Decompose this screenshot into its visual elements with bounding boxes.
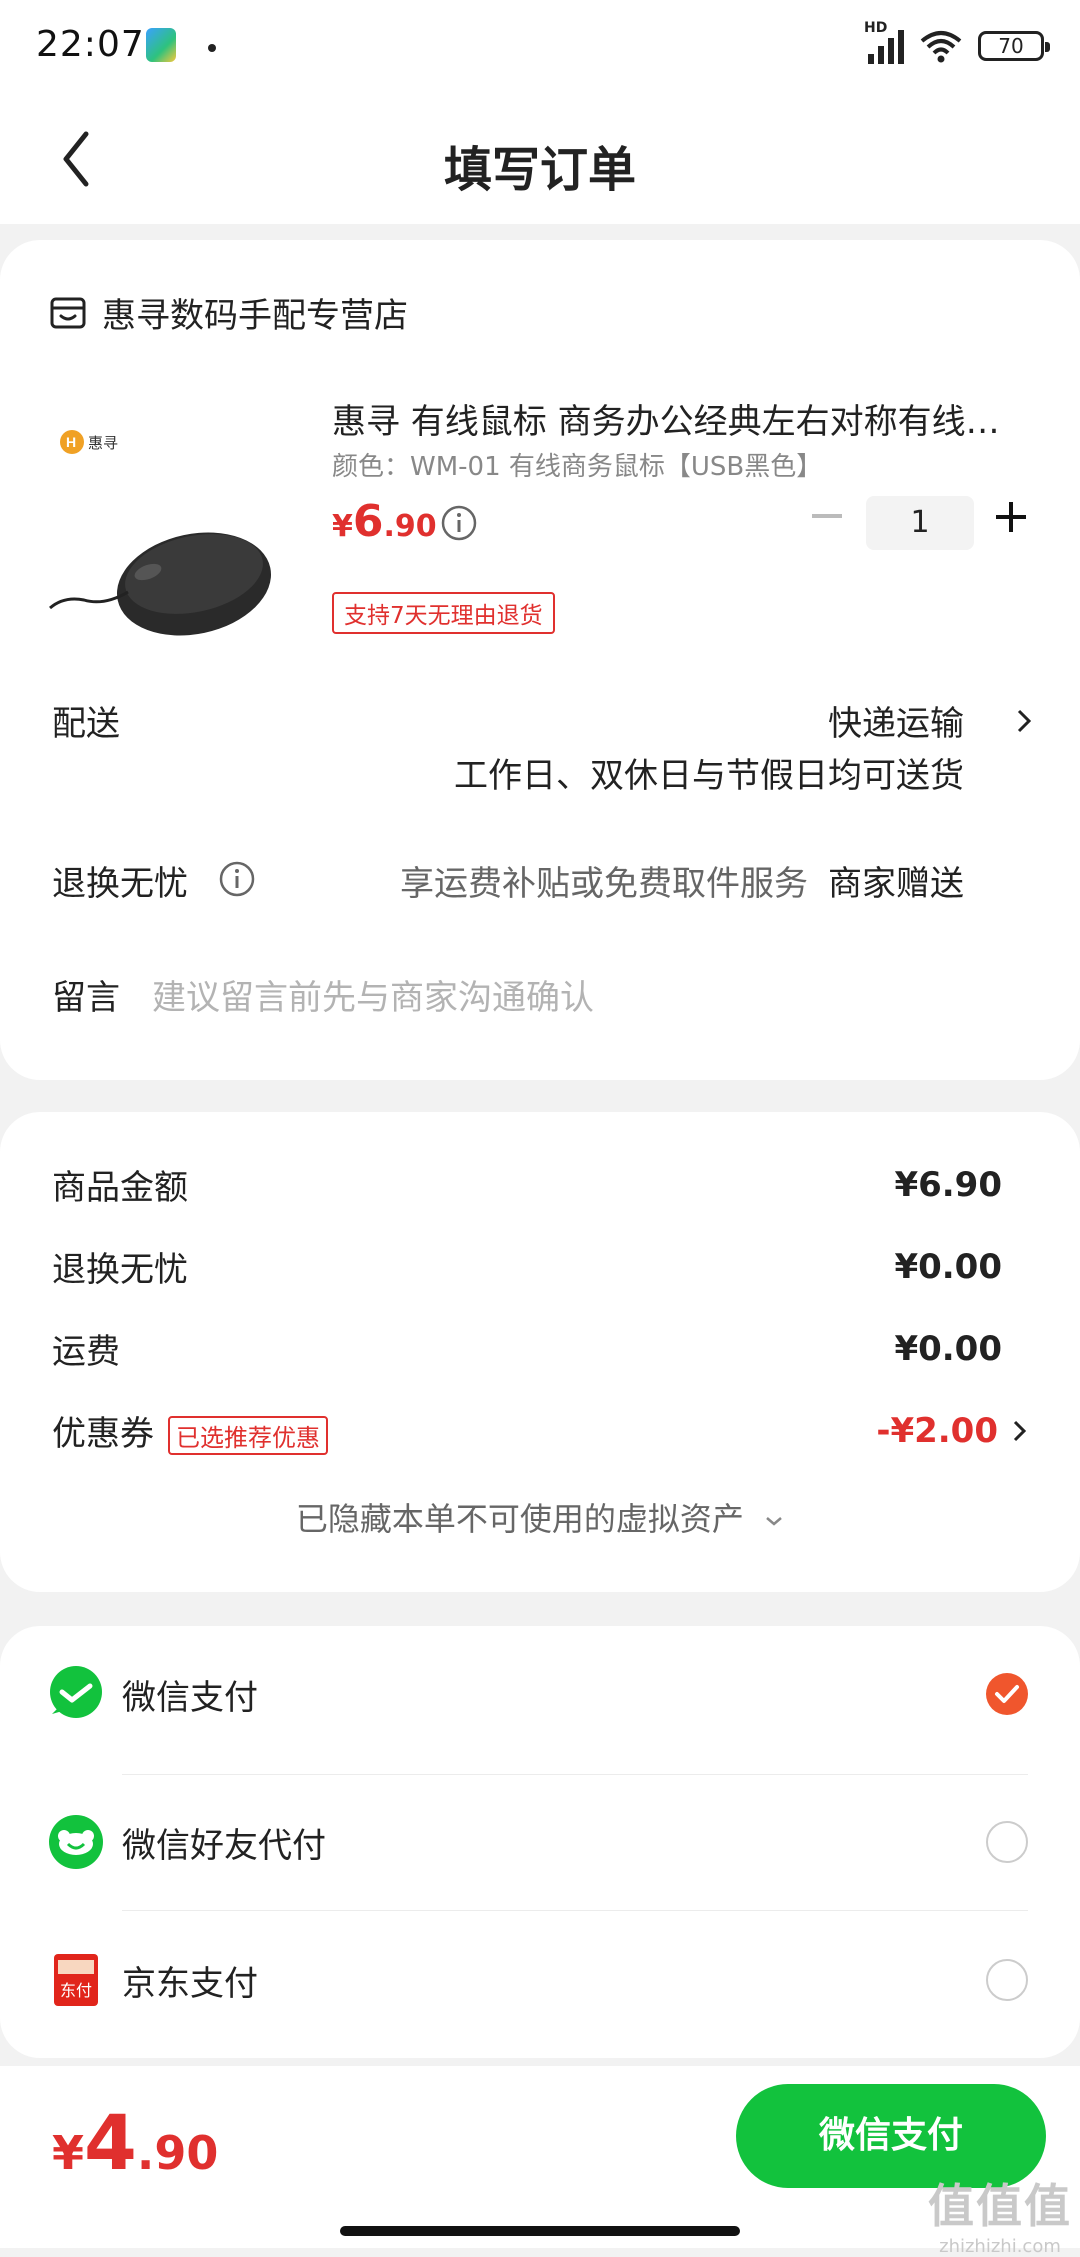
price-row-goods: 商品金额 ¥6.90 xyxy=(52,1160,1002,1209)
price-row-shipping: 运费 ¥0.00 xyxy=(52,1324,1002,1373)
payment-radio[interactable] xyxy=(986,1821,1028,1863)
status-bar: 22:07 HD 70 xyxy=(0,0,1080,96)
price-currency: ¥ xyxy=(332,509,353,544)
price-integer: 6 xyxy=(352,496,384,547)
total-currency: ¥ xyxy=(52,2126,85,2180)
battery-icon: 70 xyxy=(978,31,1050,61)
jd-pay-icon: 东付 xyxy=(54,1954,98,2006)
worry-free-desc: 享运费补贴或免费取件服务 xyxy=(400,864,808,904)
worry-free-info-icon[interactable] xyxy=(218,860,256,898)
total-decimal: .90 xyxy=(136,2126,219,2180)
price-row-coupon[interactable]: 优惠券 已选推荐优惠 -¥2.00 xyxy=(52,1406,1028,1455)
delivery-note: 工作日、双休日与节假日均可送货 xyxy=(454,756,964,796)
payment-methods-card: 微信支付 微信好友代付 东付 京东支付 xyxy=(0,1626,1080,2058)
store-icon xyxy=(50,297,86,328)
payment-label: 微信好友代付 xyxy=(122,1825,326,1866)
price-decimal: .90 xyxy=(383,509,437,544)
status-indicators: HD 70 xyxy=(864,20,1050,66)
chevron-right-icon xyxy=(1013,1420,1027,1441)
hidden-assets-text: 已隐藏本单不可使用的虚拟资产 xyxy=(295,1500,744,1538)
wechat-friend-pay-icon xyxy=(49,1815,103,1869)
quantity-increase-button[interactable] xyxy=(996,502,1026,532)
payment-label: 微信支付 xyxy=(122,1677,258,1718)
worry-free-status: 商家赠送 xyxy=(828,864,964,904)
store-name: 惠寻数码手配专营店 xyxy=(102,296,408,336)
nav-bar: 填写订单 xyxy=(0,96,1080,224)
order-item-card: 惠寻数码手配专营店 H 惠寻 惠寻 有线鼠标 商务办公经典左右对称有线鼠标 颜色… xyxy=(0,240,1080,1080)
delivery-method[interactable]: 快递运输 xyxy=(828,696,964,745)
jd-icon-text: 东付 xyxy=(60,1981,92,2000)
payment-option-wechat-friend[interactable]: 微信好友代付 xyxy=(0,1774,1080,1910)
price-row-label: 商品金额 xyxy=(52,1168,188,1208)
payment-option-wechat[interactable]: 微信支付 xyxy=(0,1626,1080,1762)
price-row-amount: ¥0.00 xyxy=(894,1246,1002,1287)
watermark: 值值值 zhizhizhi.com xyxy=(928,2170,1072,2257)
chevron-down-icon xyxy=(766,1517,782,1526)
product-image[interactable]: H 惠寻 xyxy=(44,392,294,652)
home-indicator[interactable] xyxy=(340,2226,740,2236)
network-type-label: HD xyxy=(864,20,888,36)
cell-signal-icon: HD xyxy=(864,20,904,64)
divider xyxy=(122,1910,1028,1911)
payment-label: 京东支付 xyxy=(122,1963,258,2004)
brand-logo-text: 惠寻 xyxy=(88,434,118,452)
message-label: 留言 xyxy=(52,978,120,1018)
return-policy-badge: 支持7天无理由退货 xyxy=(332,592,555,634)
payment-radio[interactable] xyxy=(986,1959,1028,2001)
product-spec[interactable]: 颜色：WM-01 有线商务鼠标【USB黑色】 xyxy=(332,446,822,483)
price-row-amount: ¥0.00 xyxy=(894,1328,1002,1369)
price-row-label: 运费 xyxy=(52,1332,120,1372)
svg-text:H: H xyxy=(66,434,76,450)
quantity-input[interactable]: 1 xyxy=(866,496,974,550)
coupon-tag: 已选推荐优惠 xyxy=(168,1416,328,1455)
hidden-assets-toggle[interactable]: 已隐藏本单不可使用的虚拟资产 xyxy=(0,1494,1080,1540)
price-row-amount: ¥6.90 xyxy=(894,1164,1002,1205)
wifi-icon xyxy=(920,31,962,63)
coupon-label: 优惠券 xyxy=(52,1414,154,1454)
watermark-domain: zhizhizhi.com xyxy=(939,2236,1061,2257)
bottom-action-bar: ¥4.90 微信支付 值值值 zhizhizhi.com xyxy=(0,2066,1080,2257)
worry-free-label: 退换无忧 xyxy=(52,864,188,904)
coupon-amount: -¥2.00 xyxy=(876,1410,998,1451)
worry-free-value: 享运费补贴或免费取件服务 商家赠送 xyxy=(400,856,964,905)
product-price: ¥6.90 xyxy=(332,496,437,547)
price-summary-card: 商品金额 ¥6.90 退换无忧 ¥0.00 运费 ¥0.00 优惠券 已选推荐优惠… xyxy=(0,1112,1080,1592)
status-time: 22:07 xyxy=(36,24,145,65)
checkmark-icon xyxy=(995,1685,1019,1703)
payment-option-jd[interactable]: 东付 京东支付 xyxy=(0,1912,1080,2048)
watermark-mark: 值值值 xyxy=(928,2179,1072,2233)
price-row-label: 退换无忧 xyxy=(52,1250,188,1290)
price-row-worry-free: 退换无忧 ¥0.00 xyxy=(52,1242,1002,1291)
payment-radio-checked[interactable] xyxy=(986,1673,1028,1715)
video-app-icon xyxy=(146,28,176,62)
total-price: ¥4.90 xyxy=(52,2098,218,2187)
product-title[interactable]: 惠寻 有线鼠标 商务办公经典左右对称有线鼠标 xyxy=(332,394,1012,443)
notification-dot-icon xyxy=(208,44,216,52)
price-info-icon[interactable] xyxy=(440,504,478,542)
quantity-decrease-button[interactable] xyxy=(812,514,842,518)
chevron-right-icon[interactable] xyxy=(1014,706,1034,736)
message-input[interactable] xyxy=(150,970,954,1026)
store-header[interactable]: 惠寻数码手配专营店 xyxy=(50,288,408,337)
wechat-pay-icon xyxy=(50,1666,102,1718)
total-integer: 4 xyxy=(84,2098,137,2187)
battery-level: 70 xyxy=(998,34,1024,58)
delivery-label: 配送 xyxy=(52,704,120,744)
page-title: 填写订单 xyxy=(443,142,636,198)
